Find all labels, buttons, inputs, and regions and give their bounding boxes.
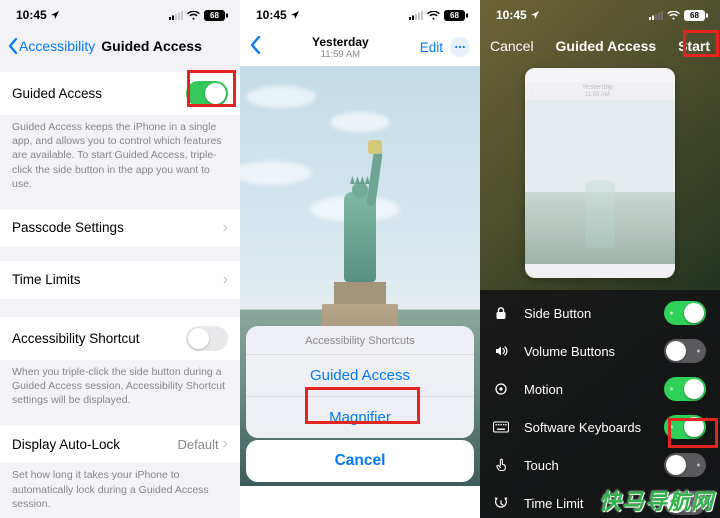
location-icon: [50, 10, 60, 20]
nav-bar: Cancel Guided Access Start: [480, 30, 720, 62]
option-toggle[interactable]: [664, 301, 706, 325]
status-bar: 10:45 68: [240, 0, 480, 30]
keyboard-icon: [492, 421, 510, 433]
action-sheet: Accessibility Shortcuts Guided Access Ma…: [246, 326, 474, 438]
signal-icon: [649, 11, 663, 20]
start-button[interactable]: Start: [678, 38, 710, 54]
status-time: 10:45: [16, 8, 47, 22]
app-preview[interactable]: ‹ Yesterday 11:59 AM: [525, 68, 675, 278]
status-time: 10:45: [256, 8, 287, 22]
wifi-icon: [667, 11, 680, 20]
location-icon: [530, 10, 540, 20]
option-toggle[interactable]: [664, 339, 706, 363]
guided-access-footer: Guided Access keeps the iPhone in a sing…: [0, 115, 240, 191]
settings-screen: 10:45 68 Accessibility Guided Access Gui…: [0, 0, 240, 518]
signal-icon: [169, 11, 183, 20]
display-auto-lock-row[interactable]: Display Auto-Lock Default ›: [0, 425, 240, 463]
preview-title: Yesterday: [582, 84, 613, 92]
back-button[interactable]: [250, 36, 261, 59]
photos-screen: 10:45 68 Yesterday 11:59 AM Edit: [240, 0, 480, 518]
nav-title: Yesterday: [312, 35, 369, 49]
battery-icon: 68: [684, 10, 708, 21]
option-label: Volume Buttons: [524, 344, 650, 359]
row-label: Display Auto-Lock: [12, 437, 120, 452]
option-row-touch: Touch: [480, 446, 720, 484]
guided-access-toggle[interactable]: [186, 81, 228, 106]
option-toggle[interactable]: [664, 377, 706, 401]
touch-icon: [492, 458, 510, 472]
sheet-title: Accessibility Shortcuts: [246, 326, 474, 354]
wifi-icon: [427, 11, 440, 20]
chevron-left-icon: ‹: [531, 88, 533, 95]
status-bar: 10:45 68: [480, 0, 720, 30]
signal-icon: [409, 11, 423, 20]
battery-icon: 68: [204, 10, 228, 21]
option-toggle[interactable]: [664, 453, 706, 477]
chevron-right-icon: ›: [223, 272, 228, 288]
time-limits-row[interactable]: Time Limits ›: [0, 261, 240, 299]
guided-access-screen: 10:45 68 Cancel Guided Access Start ‹: [480, 0, 720, 518]
time-icon: [492, 496, 510, 510]
sheet-option-guided-access[interactable]: Guided Access: [246, 354, 474, 396]
wifi-icon: [187, 11, 200, 20]
more-button[interactable]: [450, 37, 470, 57]
status-time: 10:45: [496, 8, 527, 22]
back-label: Accessibility: [19, 38, 95, 54]
option-row-speaker: Volume Buttons: [480, 332, 720, 370]
status-bar: 10:45 68: [0, 0, 240, 30]
cancel-button[interactable]: Cancel: [490, 38, 534, 54]
nav-subtitle: 11:59 AM: [312, 49, 369, 60]
motion-icon: [492, 382, 510, 396]
option-label: Software Keyboards: [524, 420, 650, 435]
option-row-time: Time Limit: [480, 484, 720, 518]
page-title: Guided Access: [556, 38, 657, 54]
battery-icon: 68: [444, 10, 468, 21]
svg-text:68: 68: [450, 11, 459, 20]
row-label: Time Limits: [12, 272, 81, 287]
option-label: Time Limit: [524, 496, 650, 511]
location-icon: [290, 10, 300, 20]
option-toggle[interactable]: [664, 491, 706, 515]
option-label: Touch: [524, 458, 650, 473]
svg-text:68: 68: [690, 11, 699, 20]
preview-subtitle: 11:59 AM: [582, 92, 613, 99]
options-panel: Side Button Volume Buttons Motion Software …: [480, 290, 720, 518]
photo-viewer[interactable]: Accessibility Shortcuts Guided Access Ma…: [240, 66, 480, 486]
chevron-right-icon: ›: [223, 220, 228, 236]
speaker-icon: [492, 344, 510, 358]
option-toggle[interactable]: [664, 415, 706, 439]
passcode-settings-row[interactable]: Passcode Settings ›: [0, 209, 240, 247]
edit-button[interactable]: Edit: [420, 40, 443, 55]
shortcut-footer: When you triple-click the side button du…: [0, 360, 240, 408]
option-row-motion: Motion: [480, 370, 720, 408]
row-label: Accessibility Shortcut: [12, 331, 140, 346]
sheet-option-magnifier[interactable]: Magnifier: [246, 396, 474, 438]
option-row-keyboard: Software Keyboards: [480, 408, 720, 446]
lock-icon: [492, 306, 510, 320]
option-row-lock: Side Button: [480, 294, 720, 332]
nav-bar: Accessibility Guided Access: [0, 30, 240, 62]
nav-bar: Yesterday 11:59 AM Edit: [240, 30, 480, 64]
row-value: Default: [177, 437, 218, 452]
svg-text:68: 68: [210, 11, 219, 20]
chevron-right-icon: ›: [223, 436, 228, 452]
guided-access-toggle-row: Guided Access: [0, 72, 240, 115]
sheet-cancel-button[interactable]: Cancel: [246, 440, 474, 482]
page-title: Guided Access: [101, 38, 202, 54]
autolock-footer: Set how long it takes your iPhone to aut…: [0, 463, 240, 511]
option-label: Motion: [524, 382, 650, 397]
accessibility-shortcut-row: Accessibility Shortcut: [0, 317, 240, 360]
row-label: Guided Access: [12, 86, 102, 101]
accessibility-shortcut-toggle[interactable]: [186, 326, 228, 351]
row-label: Passcode Settings: [12, 220, 124, 235]
option-label: Side Button: [524, 306, 650, 321]
back-button[interactable]: Accessibility: [8, 38, 95, 54]
